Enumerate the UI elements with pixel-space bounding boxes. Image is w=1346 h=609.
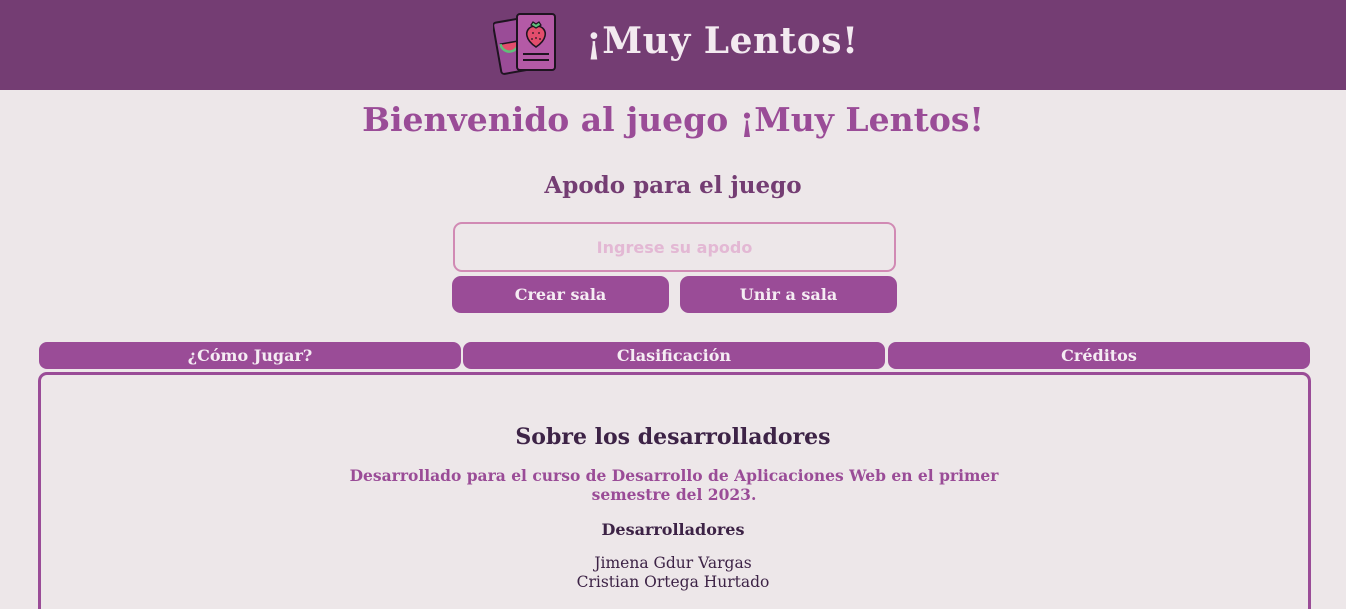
tab-leaderboard[interactable]: Clasificación <box>463 342 885 369</box>
join-room-button[interactable]: Unir a sala <box>680 276 897 313</box>
welcome-heading: Bienvenido al juego ¡Muy Lentos! <box>362 100 984 139</box>
fruit-cards-logo-icon <box>493 13 556 75</box>
developer-name: Cristian Ortega Hurtado <box>576 573 770 591</box>
app-header: ¡Muy Lentos! <box>0 0 1346 90</box>
app-title: ¡Muy Lentos! <box>586 20 859 62</box>
credits-description: Desarrollado para el curso de Desarrollo… <box>349 466 999 504</box>
tab-credits[interactable]: Créditos <box>888 342 1310 369</box>
developer-name: Jimena Gdur Vargas <box>594 554 752 572</box>
nickname-label: Apodo para el juego <box>544 172 802 199</box>
nickname-input[interactable] <box>453 222 896 272</box>
credits-title: Sobre los desarrolladores <box>515 424 831 450</box>
developers-heading: Desarrolladores <box>601 520 745 539</box>
developers-list: Jimena Gdur Vargas Cristian Ortega Hurta… <box>0 554 1346 592</box>
create-room-button[interactable]: Crear sala <box>452 276 669 313</box>
tab-how-to-play[interactable]: ¿Cómo Jugar? <box>39 342 461 369</box>
